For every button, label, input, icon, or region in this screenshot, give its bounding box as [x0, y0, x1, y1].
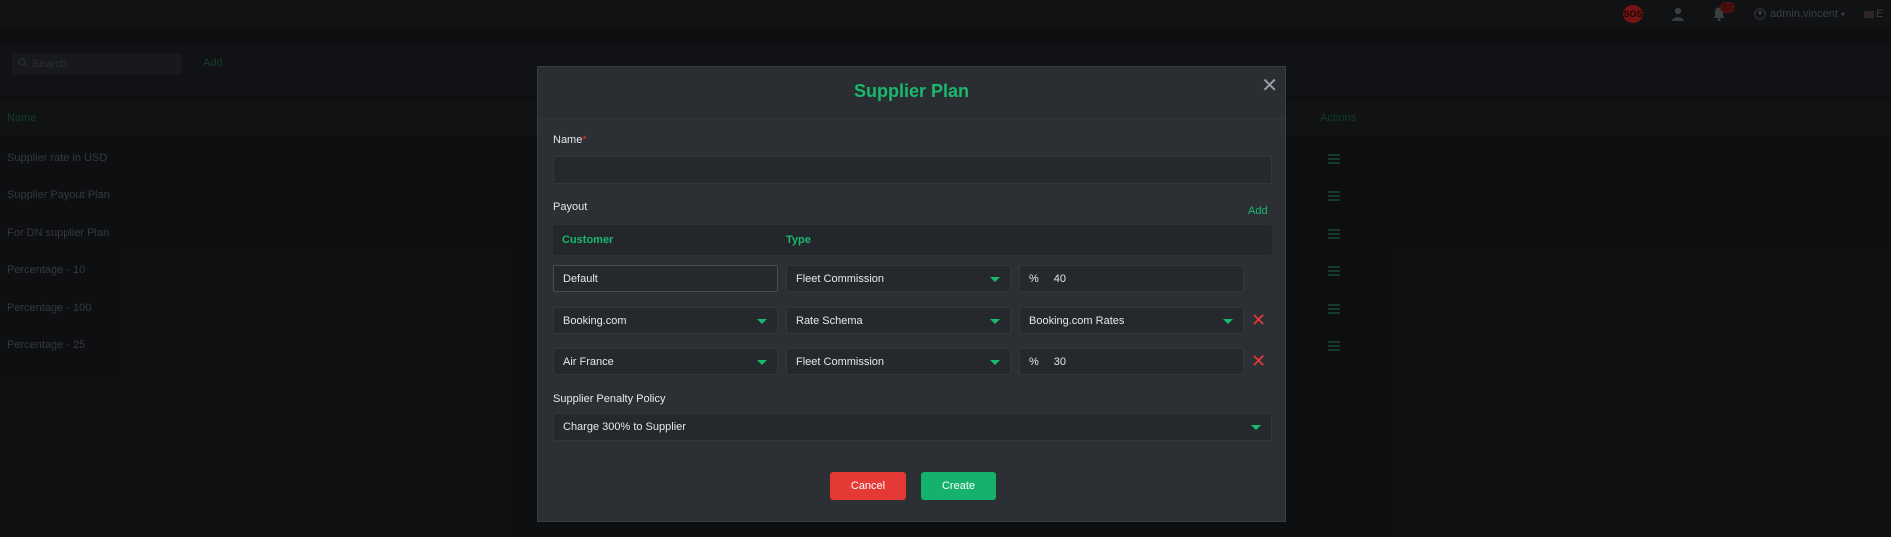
type-column-header: Type	[786, 234, 811, 246]
customer-select-value: Air France	[563, 355, 614, 368]
supplier-plan-modal: Supplier Plan ✕ Name* Payout Add Custome…	[537, 66, 1286, 522]
penalty-policy-label: Supplier Penalty Policy	[553, 393, 666, 405]
percent-symbol: %	[1029, 355, 1039, 368]
type-select-value: Rate Schema	[796, 314, 863, 327]
name-input[interactable]	[553, 156, 1272, 184]
customer-select-value: Booking.com	[563, 314, 627, 327]
cancel-button[interactable]: Cancel	[830, 472, 906, 500]
add-payout-link[interactable]: Add	[1248, 205, 1268, 217]
caret-down-icon	[990, 359, 1000, 365]
remove-row-icon[interactable]: ✕	[1251, 311, 1266, 329]
modal-header: Supplier Plan ✕	[538, 67, 1285, 119]
caret-down-icon	[1251, 425, 1261, 430]
percentage-value: 40	[1053, 272, 1067, 285]
create-button[interactable]: Create	[921, 472, 996, 500]
modal-title: Supplier Plan	[853, 81, 970, 101]
caret-down-icon	[757, 318, 767, 324]
customer-default-field: Default	[553, 265, 778, 292]
customer-select[interactable]: Booking.com	[553, 307, 778, 334]
name-label: Name*	[553, 134, 587, 146]
caret-down-icon	[1223, 318, 1233, 324]
customer-select[interactable]: Air France	[553, 348, 778, 375]
remove-row-icon[interactable]: ✕	[1251, 352, 1266, 370]
penalty-policy-value: Charge 300% to Supplier	[563, 421, 686, 433]
percentage-input[interactable]: % 30	[1019, 348, 1244, 375]
caret-down-icon	[757, 359, 767, 365]
caret-down-icon	[990, 318, 1000, 324]
rate-schema-value: Booking.com Rates	[1029, 314, 1125, 327]
percentage-input[interactable]: % 40	[1019, 265, 1244, 292]
payout-label: Payout	[553, 201, 588, 213]
rate-schema-select[interactable]: Booking.com Rates	[1019, 307, 1244, 334]
caret-down-icon	[990, 276, 1000, 282]
payout-table-header: Customer Type	[553, 225, 1272, 255]
penalty-policy-select[interactable]: Charge 300% to Supplier	[553, 413, 1272, 441]
close-icon[interactable]: ✕	[1261, 73, 1278, 98]
type-select[interactable]: Rate Schema	[786, 307, 1011, 334]
type-select-value: Fleet Commission	[796, 355, 885, 368]
customer-column-header: Customer	[562, 234, 614, 246]
percent-symbol: %	[1029, 272, 1039, 285]
percentage-value: 30	[1053, 355, 1067, 368]
type-select[interactable]: Fleet Commission	[786, 348, 1011, 375]
type-select-value: Fleet Commission	[796, 272, 885, 285]
type-select[interactable]: Fleet Commission	[786, 265, 1011, 292]
